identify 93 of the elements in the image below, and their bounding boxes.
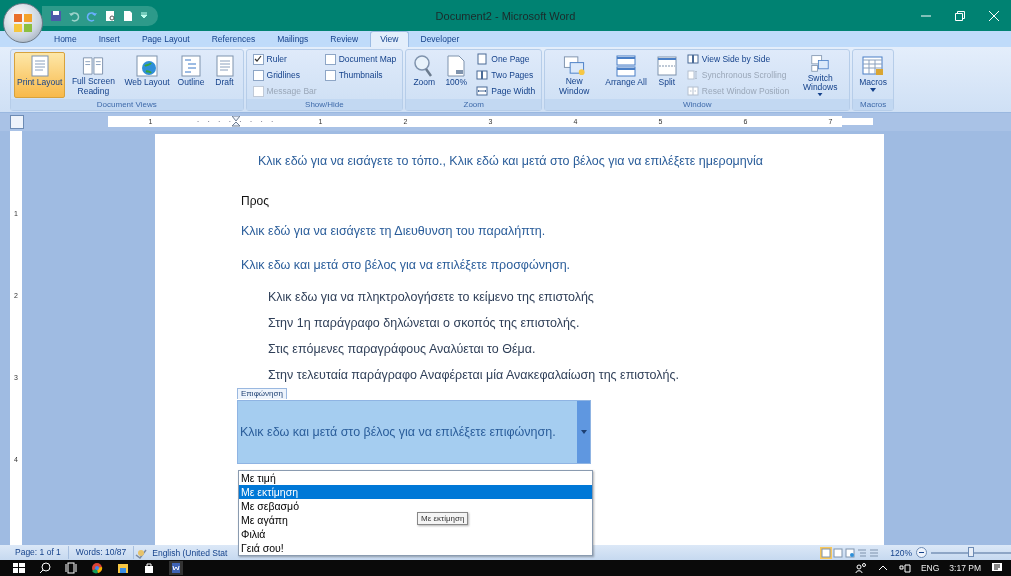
checkbox-label: Ruler bbox=[266, 54, 287, 64]
ribbon-button[interactable]: Page Width bbox=[476, 84, 536, 98]
office-logo-icon bbox=[13, 13, 33, 33]
recipient-label: Προς bbox=[241, 194, 270, 208]
group-label: Document Views bbox=[11, 99, 243, 110]
book-icon bbox=[81, 54, 106, 77]
window-reset-icon bbox=[686, 85, 699, 97]
slider-thumb[interactable] bbox=[968, 546, 974, 557]
ribbon-button[interactable]: 100% bbox=[441, 52, 472, 98]
page-icon bbox=[476, 53, 489, 65]
group-label: Macros bbox=[853, 99, 894, 110]
language[interactable]: English (United Stat bbox=[152, 547, 228, 558]
task-view-icon[interactable] bbox=[65, 562, 77, 574]
group-label: Show/Hide bbox=[246, 99, 403, 110]
restore-icon bbox=[955, 10, 965, 21]
ribbon-tab[interactable]: Home bbox=[44, 31, 87, 47]
dropdown-option[interactable]: Γειά σου! bbox=[239, 541, 592, 555]
stacked-windows-icon bbox=[614, 54, 638, 78]
paragraph: Στην τελευταία παράγραφο Αναφέρεται μία Ανακεφαλαίωση της επιστολής. bbox=[268, 368, 680, 382]
document-app-icon[interactable] bbox=[169, 561, 183, 575]
paragraph: Κλικ εδω για να πληκτρολογήσετε το κείμενο της επιστολής bbox=[268, 290, 595, 304]
ribbon-tab[interactable]: Developer bbox=[410, 31, 470, 47]
print-preview-icon[interactable] bbox=[104, 9, 116, 22]
ribbon-button[interactable]: Web Layout bbox=[121, 52, 173, 98]
dropdown-option[interactable]: Με τιμή bbox=[239, 471, 592, 485]
search-icon[interactable] bbox=[39, 562, 51, 574]
ribbon-button[interactable]: Print Layout bbox=[14, 52, 66, 98]
dropdown-option[interactable]: Φιλιά bbox=[239, 527, 592, 541]
ribbon-button[interactable]: Full Screen Reading bbox=[67, 52, 120, 98]
checkbox-label: Gridlines bbox=[266, 70, 301, 80]
shopping-bag-icon[interactable] bbox=[143, 562, 155, 574]
checkbox-label: Thumbnails bbox=[338, 70, 383, 80]
page-count[interactable]: Page: 1 of 1 bbox=[8, 546, 69, 559]
office-button[interactable] bbox=[3, 3, 43, 43]
window-title: Document2 - Microsoft Word bbox=[435, 9, 576, 22]
ribbon-tab[interactable]: Insert bbox=[88, 31, 130, 47]
paragraph: Στις επόμενες παραγράφους Αναλύεται το Θέμα. bbox=[268, 342, 537, 356]
content-control-tag[interactable]: Επιφώνηση bbox=[237, 388, 287, 399]
ribbon-button[interactable]: Draft bbox=[209, 52, 240, 98]
globe-icon bbox=[135, 54, 159, 78]
ribbon-tab[interactable]: References bbox=[201, 31, 266, 47]
placeholder-text: Κλικ εδω και μετά στο βέλος για να επιλέξετε προσφώνηση. bbox=[241, 258, 572, 272]
indent-marker-icon[interactable] bbox=[231, 115, 240, 128]
ribbon-tab[interactable]: View bbox=[370, 31, 409, 47]
ribbon-tab[interactable]: Review bbox=[320, 31, 369, 47]
ribbon-button[interactable]: Macros bbox=[856, 52, 891, 98]
ribbon-button[interactable]: Split bbox=[651, 52, 682, 98]
tab-selector-button[interactable] bbox=[10, 115, 24, 129]
ribbon-button[interactable]: New Window bbox=[548, 52, 601, 98]
input-language[interactable]: ENG bbox=[920, 563, 940, 573]
ribbon-button[interactable]: Two Pages bbox=[476, 68, 536, 82]
people-icon[interactable] bbox=[854, 562, 867, 574]
word-count[interactable]: Words: 10/87 bbox=[68, 546, 135, 559]
dropdown-option[interactable]: Με εκτίμηση bbox=[239, 485, 592, 499]
ribbon-button[interactable]: Switch Windows bbox=[794, 52, 847, 98]
group-label: Window bbox=[545, 99, 850, 110]
placeholder-text: Κλικ εδώ για να εισάγετε τη Διευθυνση του παραλήπτη. bbox=[241, 224, 547, 238]
windows-logo-icon[interactable] bbox=[13, 562, 25, 574]
two-pages-icon bbox=[476, 69, 489, 81]
placeholder-text: Κλικ εδώ για να εισάγετε το τόπο., Κλικ εδώ και μετά στο βέλος για να επιλέξετε ημερομηνία bbox=[258, 154, 764, 168]
checkbox[interactable] bbox=[252, 69, 264, 81]
ribbon-button[interactable]: One Page bbox=[476, 52, 536, 66]
browser-icon[interactable] bbox=[91, 562, 103, 574]
ribbon-button[interactable]: Zoom bbox=[409, 52, 440, 98]
ribbon-tab[interactable]: Mailings bbox=[267, 31, 319, 47]
two-pages-icon bbox=[686, 53, 699, 65]
checkbox[interactable] bbox=[324, 69, 336, 81]
scroll-sync-icon bbox=[686, 69, 699, 81]
tooltip: Με εκτίμηση bbox=[417, 512, 469, 525]
clock[interactable]: 3:17 PM bbox=[949, 563, 981, 573]
network-icon[interactable] bbox=[898, 562, 911, 574]
folder-icon[interactable] bbox=[117, 562, 129, 574]
ribbon-button[interactable]: Arrange All bbox=[602, 52, 650, 98]
windows-icon bbox=[562, 54, 587, 77]
page-width-icon bbox=[476, 85, 489, 97]
checkbox[interactable] bbox=[324, 53, 336, 65]
page-icon[interactable] bbox=[122, 9, 134, 22]
checkbox-label: Document Map bbox=[338, 54, 397, 64]
outline-icon bbox=[179, 54, 204, 78]
table-icon bbox=[861, 54, 886, 78]
split-window-icon bbox=[654, 54, 679, 78]
zoom-level[interactable]: 120% bbox=[890, 547, 912, 558]
ribbon-tab[interactable]: Page Layout bbox=[131, 31, 200, 47]
ribbon-button[interactable]: Outline bbox=[174, 52, 208, 98]
zoom-out-icon[interactable] bbox=[916, 547, 927, 558]
notification-icon[interactable] bbox=[991, 562, 1003, 574]
save-icon[interactable] bbox=[50, 9, 62, 22]
ribbon-button[interactable]: View Side by Side bbox=[686, 52, 790, 66]
checkbox[interactable] bbox=[252, 53, 264, 65]
group-label: Zoom bbox=[406, 99, 542, 110]
paragraph: Στην 1η παράγραφο δηλώνεται ο σκοπός της επιστολής. bbox=[268, 316, 581, 330]
close-icon bbox=[989, 10, 999, 21]
dropdown-option[interactable]: Με σεβασμό bbox=[239, 499, 592, 513]
